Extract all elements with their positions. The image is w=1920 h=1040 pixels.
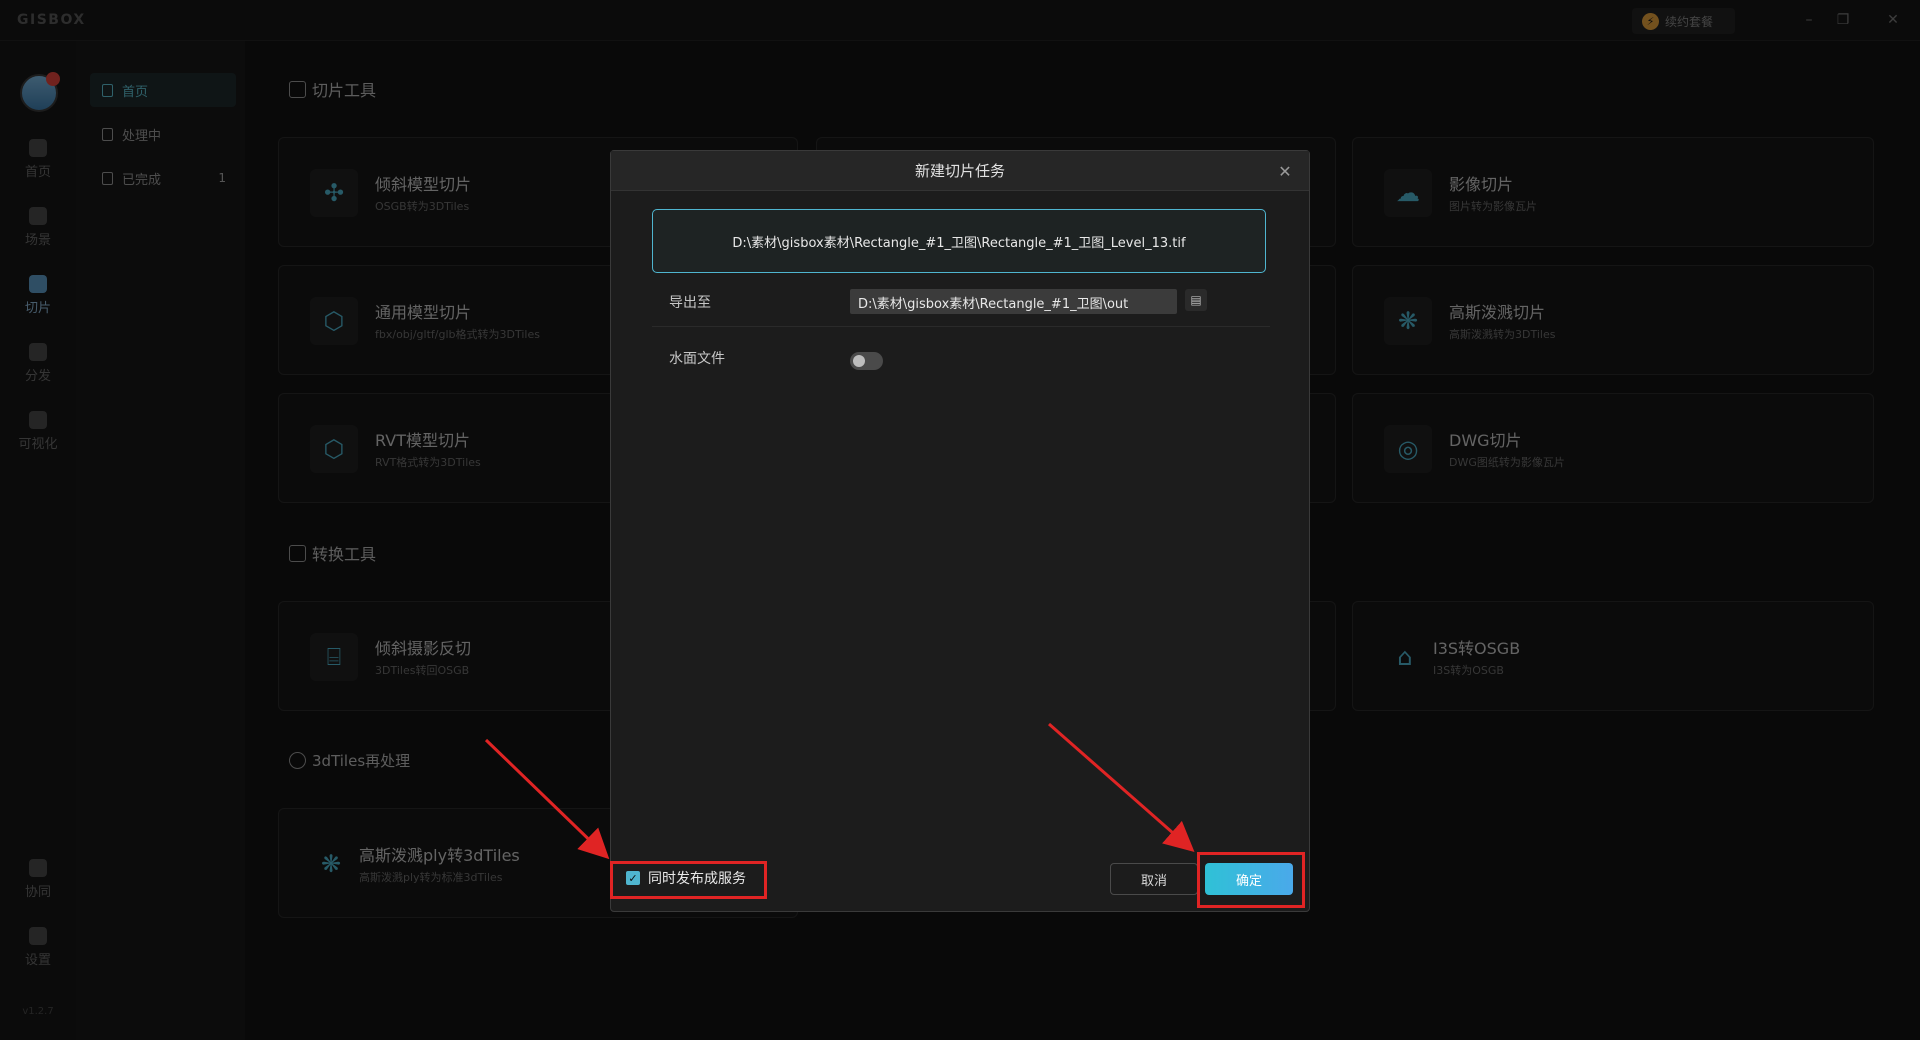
export-label: 导出至 [669, 295, 711, 311]
export-row: 导出至 D:\素材\gisbox素材\Rectangle_#1_卫图\out ▤ [652, 275, 1270, 327]
water-file-label: 水面文件 [669, 351, 725, 367]
water-file-toggle[interactable] [850, 352, 883, 370]
export-path-field[interactable]: D:\素材\gisbox素材\Rectangle_#1_卫图\out [850, 289, 1177, 314]
close-icon[interactable]: ✕ [1275, 161, 1295, 181]
source-file-box[interactable]: D:\素材\gisbox素材\Rectangle_#1_卫图\Rectangle… [652, 209, 1266, 273]
water-row: 水面文件 [652, 331, 1270, 383]
toggle-knob [853, 355, 865, 367]
browse-folder-icon[interactable]: ▤ [1185, 289, 1207, 311]
new-slice-task-dialog: 新建切片任务 ✕ D:\素材\gisbox素材\Rectangle_#1_卫图\… [610, 150, 1310, 912]
source-file-path: D:\素材\gisbox素材\Rectangle_#1_卫图\Rectangle… [732, 235, 1186, 251]
annotation-highlight-confirm [1197, 852, 1305, 908]
cancel-button[interactable]: 取消 [1110, 863, 1198, 895]
dialog-header: 新建切片任务 [611, 151, 1309, 191]
dialog-title: 新建切片任务 [914, 162, 1005, 180]
annotation-highlight-publish [610, 861, 767, 899]
